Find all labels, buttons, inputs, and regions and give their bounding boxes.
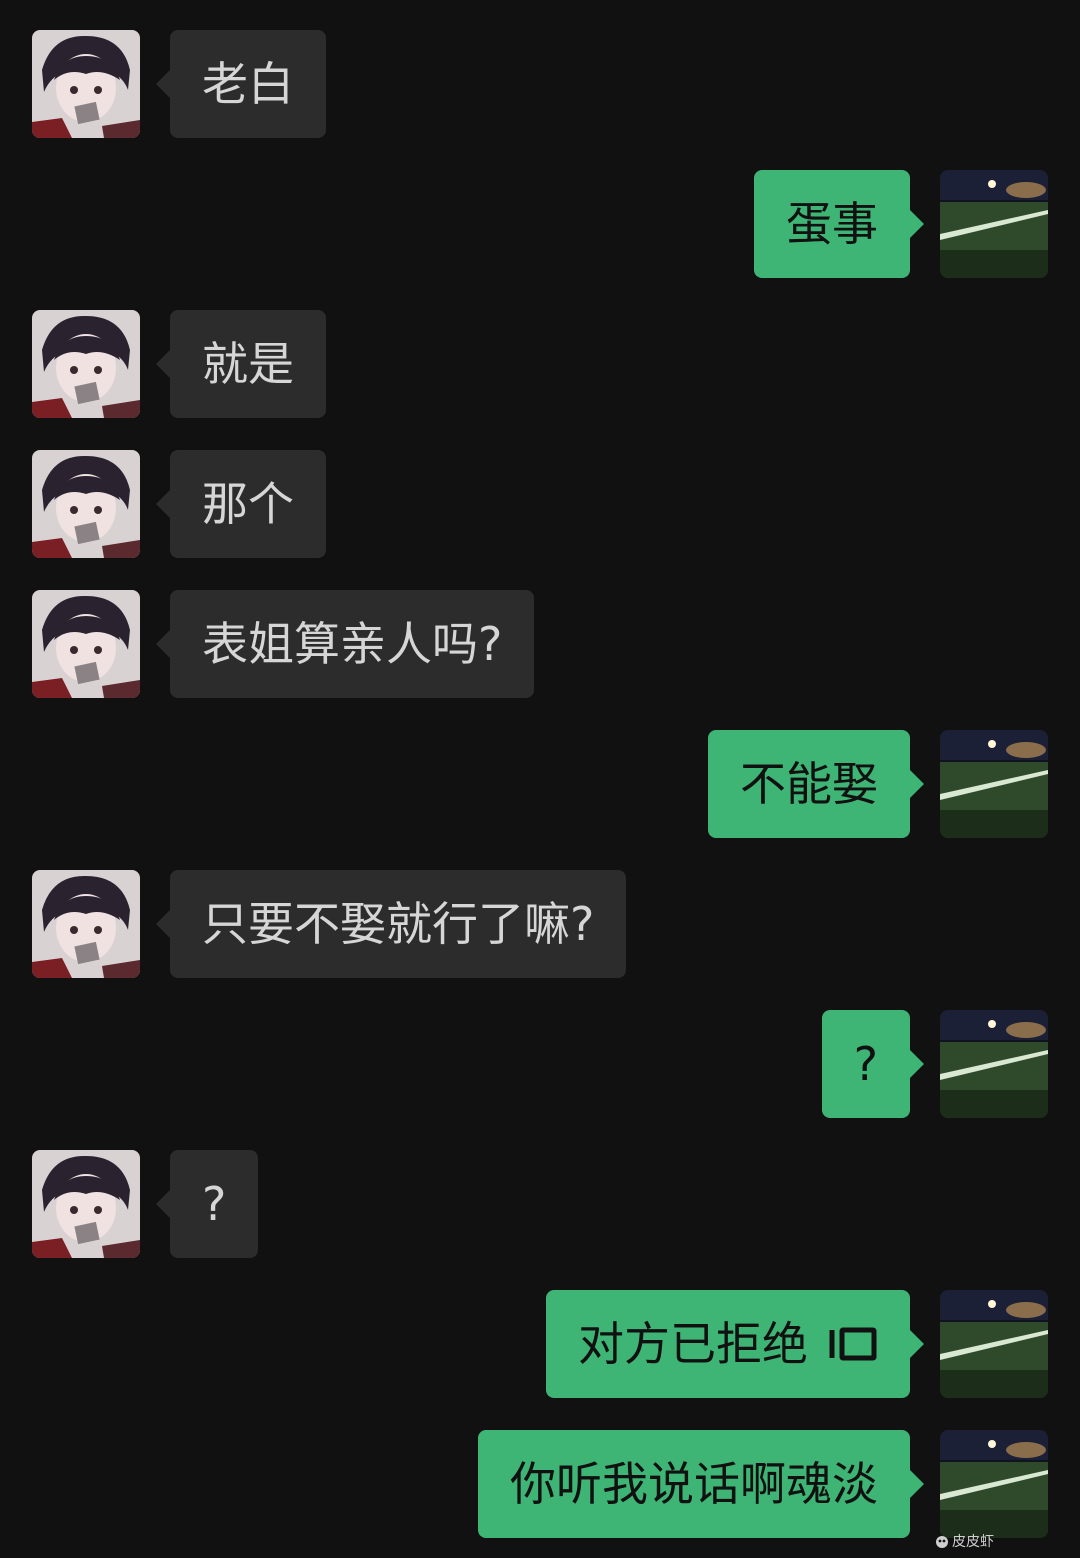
- watermark: 皮皮虾: [934, 1532, 994, 1552]
- football-field-avatar-icon: [940, 730, 1048, 838]
- anime-boy-avatar-icon: [32, 590, 140, 698]
- outgoing-message-bubble[interactable]: 不能娶: [708, 730, 924, 838]
- voice-call-declined-icon: [829, 1327, 877, 1360]
- football-field-avatar-icon: [940, 1430, 1048, 1538]
- incoming-message-bubble[interactable]: ?: [155, 1150, 259, 1258]
- football-field-avatar-icon: [940, 1010, 1048, 1118]
- message-row: 老白: [0, 30, 1080, 138]
- message-row: 那个: [0, 450, 1080, 558]
- football-field-avatar-icon: [940, 1290, 1048, 1398]
- message-row: 不能娶: [0, 730, 1080, 838]
- contact-avatar[interactable]: [32, 870, 140, 978]
- watermark-text: 皮皮虾: [952, 1534, 994, 1550]
- shrimp-logo-icon: [936, 1536, 948, 1548]
- message-row: ?: [0, 1150, 1080, 1258]
- my-avatar[interactable]: [940, 730, 1048, 838]
- message-row: ?: [0, 1010, 1080, 1118]
- contact-avatar[interactable]: [32, 450, 140, 558]
- contact-avatar[interactable]: [32, 30, 140, 138]
- message-row: 只要不娶就行了嘛?: [0, 870, 1080, 978]
- anime-boy-avatar-icon: [32, 310, 140, 418]
- message-row: 表姐算亲人吗?: [0, 590, 1080, 698]
- my-avatar[interactable]: [940, 1290, 1048, 1398]
- outgoing-message-bubble[interactable]: ?: [821, 1010, 925, 1118]
- incoming-message-bubble[interactable]: 老白: [156, 30, 326, 138]
- message-row: 蛋事: [0, 170, 1080, 278]
- outgoing-message-bubble[interactable]: 蛋事: [754, 170, 924, 278]
- contact-avatar[interactable]: [32, 590, 140, 698]
- contact-avatar[interactable]: [32, 310, 140, 418]
- voice-call-declined-bubble[interactable]: 对方已拒绝: [546, 1290, 924, 1398]
- incoming-message-bubble[interactable]: 那个: [156, 450, 326, 558]
- incoming-message-bubble[interactable]: 就是: [156, 310, 326, 418]
- call-status-text: 对方已拒绝: [578, 1317, 808, 1371]
- football-field-avatar-icon: [940, 170, 1048, 278]
- my-avatar[interactable]: [940, 1430, 1048, 1538]
- message-row: 对方已拒绝: [0, 1290, 1080, 1398]
- my-avatar[interactable]: [940, 1010, 1048, 1118]
- message-row: 你听我说话啊魂淡: [0, 1430, 1080, 1538]
- contact-avatar[interactable]: [32, 1150, 140, 1258]
- outgoing-message-bubble[interactable]: 你听我说话啊魂淡: [478, 1430, 924, 1538]
- message-row: 就是: [0, 310, 1080, 418]
- anime-boy-avatar-icon: [32, 450, 140, 558]
- incoming-message-bubble[interactable]: 表姐算亲人吗?: [155, 590, 535, 698]
- anime-boy-avatar-icon: [32, 1150, 140, 1258]
- anime-boy-avatar-icon: [32, 870, 140, 978]
- chat-area: 老白 蛋事 就是 那个 表姐算亲人吗? 不能娶 只要不娶就行了嘛? ? ? 对方…: [0, 0, 1080, 1558]
- incoming-message-bubble[interactable]: 只要不娶就行了嘛?: [155, 870, 627, 978]
- my-avatar[interactable]: [940, 170, 1048, 278]
- anime-boy-avatar-icon: [32, 30, 140, 138]
